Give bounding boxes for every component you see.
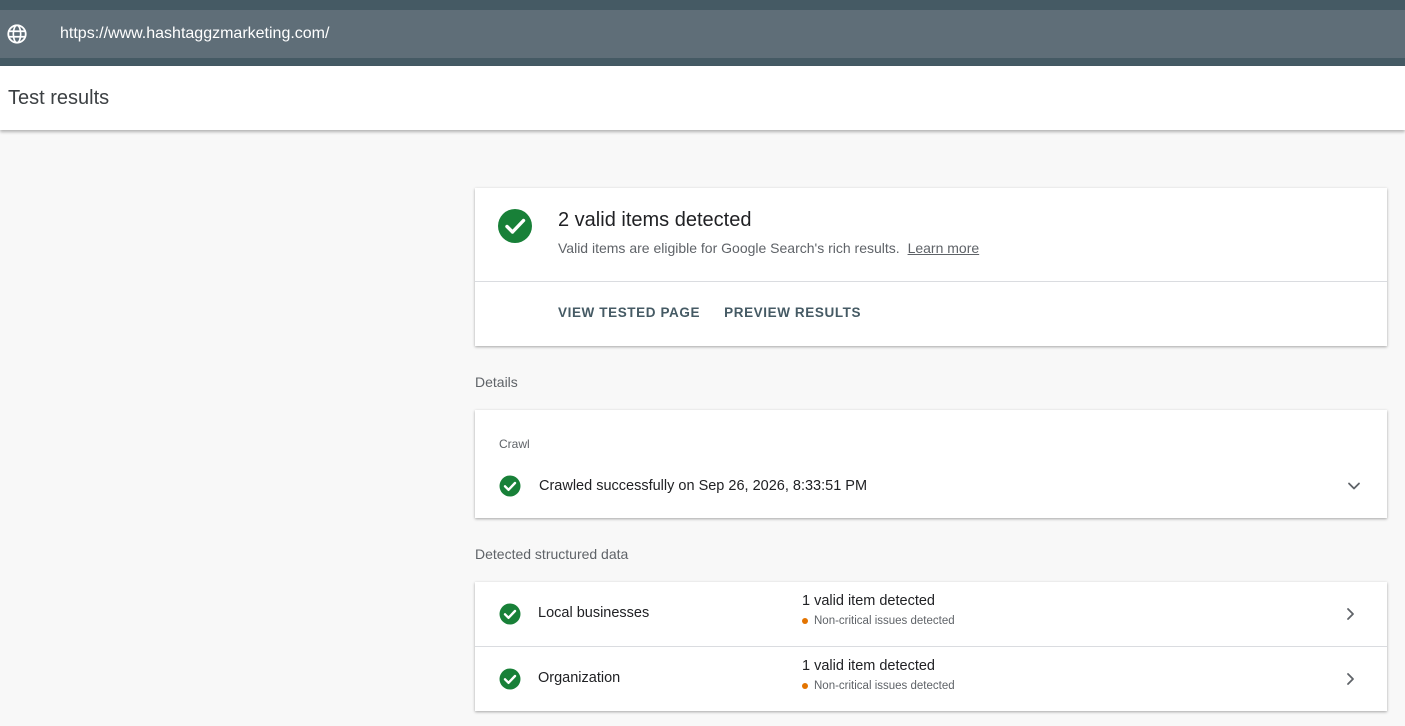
learn-more-link[interactable]: Learn more [908,240,980,256]
tested-url: https://www.hashtaggzmarketing.com/ [60,25,330,42]
top-strip [0,0,1405,10]
view-tested-page-button[interactable]: VIEW TESTED PAGE [558,305,700,320]
chevron-right-icon[interactable] [1341,670,1359,688]
structured-data-name: Organization [538,670,621,686]
crawl-label: Crawl [499,437,530,451]
crawl-status: Crawled successfully on Sep 26, 2026, 8:… [539,478,868,494]
page-title: Test results [8,86,110,109]
structured-data-status: 1 valid item detected [802,658,935,674]
warning-dot-icon [802,618,808,624]
chevron-right-icon[interactable] [1341,605,1359,623]
structured-data-issue-text: Non-critical issues detected [814,680,955,692]
globe-icon [6,23,28,45]
structured-data-row-organization[interactable]: Organization 1 valid item detected Non-c… [475,647,1387,711]
summary-description-row: Valid items are eligible for Google Sear… [558,240,979,256]
chevron-down-icon[interactable] [1345,477,1363,495]
warning-dot-icon [802,683,808,689]
structured-data-card: Local businesses 1 valid item detected N… [475,582,1387,711]
summary-card: 2 valid items detected Valid items are e… [475,188,1387,346]
page-header: Test results [0,66,1405,130]
structured-data-issue-text: Non-critical issues detected [814,615,955,627]
structured-data-status: 1 valid item detected [802,593,935,609]
crawl-row[interactable]: Crawled successfully on Sep 26, 2026, 8:… [499,474,1363,498]
summary-headline: 2 valid items detected [558,209,752,231]
structured-data-name: Local businesses [538,605,650,621]
summary-description: Valid items are eligible for Google Sear… [558,240,900,256]
structured-data-issue: Non-critical issues detected [802,615,955,627]
summary-divider [475,281,1387,282]
check-circle-icon [499,668,521,695]
preview-results-button[interactable]: PREVIEW RESULTS [724,305,861,320]
bottom-strip [0,58,1405,66]
crawl-card: Crawl Crawled successfully on Sep 26, 20… [475,410,1387,518]
details-section-label: Details [475,374,518,390]
check-circle-icon [499,475,521,497]
url-bar: https://www.hashtaggzmarketing.com/ [0,10,1405,58]
summary-actions: VIEW TESTED PAGE PREVIEW RESULTS [558,305,861,320]
check-circle-icon [497,208,533,244]
structured-data-section-label: Detected structured data [475,546,629,562]
structured-data-row-local-businesses[interactable]: Local businesses 1 valid item detected N… [475,582,1387,646]
structured-data-issue: Non-critical issues detected [802,680,955,692]
check-circle-icon [499,603,521,630]
